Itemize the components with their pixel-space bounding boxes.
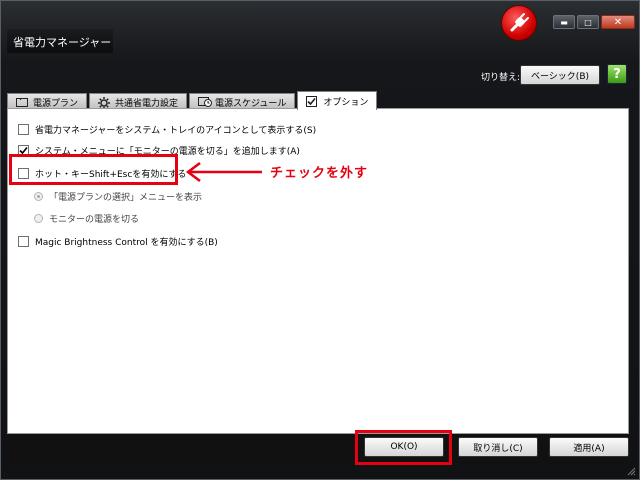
power-manager-window: ▬ □ ✕ 省電力マネージャー 切り替え: ベーシック(B) ? 電源プラン 共…	[0, 0, 640, 480]
folder-icon	[16, 97, 28, 107]
annotation-text: チェックを外す	[270, 166, 369, 181]
minimize-button[interactable]: ▬	[553, 15, 575, 29]
schedule-icon	[198, 97, 213, 107]
annotation-arrow-icon	[184, 160, 264, 187]
tab-label: 電源スケジュール	[215, 98, 287, 109]
power-plug-logo-icon	[501, 5, 537, 41]
show-plan-menu-radio[interactable]	[34, 192, 43, 201]
window-title: 省電力マネージャー	[7, 29, 113, 53]
option-magic-brightness[interactable]: Magic Brightness Control を有効にする(B)	[18, 235, 218, 248]
help-button[interactable]: ?	[607, 64, 627, 84]
tab-label: 共通省電力設定	[115, 98, 179, 109]
option-label: 「電源プランの選択」メニューを表示	[49, 193, 203, 203]
cancel-button[interactable]: 取り消し(C)	[458, 437, 538, 457]
maximize-button[interactable]: □	[577, 15, 599, 29]
basic-mode-button[interactable]: ベーシック(B)	[520, 65, 600, 85]
option-label: 省電力マネージャーをシステム・トレイのアイコンとして表示する(S)	[35, 126, 317, 136]
help-icon: ?	[613, 66, 621, 82]
resize-grip-icon[interactable]	[626, 466, 636, 476]
tray-icon-checkbox[interactable]	[18, 124, 29, 135]
radio-show-plan-menu[interactable]: 「電源プランの選択」メニューを表示	[34, 190, 202, 203]
tab-bar: 電源プラン 共通省電力設定 電源スケジュール オプション	[7, 91, 379, 110]
option-label: Magic Brightness Control を有効にする(B)	[35, 238, 218, 248]
hotkey-highlight-box	[9, 154, 178, 185]
monitor-off-radio[interactable]	[34, 214, 43, 223]
switch-label: 切り替え:	[481, 73, 521, 83]
tab-label: 電源プラン	[33, 98, 79, 109]
option-label: モニターの電源を切る	[49, 215, 140, 225]
close-button[interactable]: ✕	[601, 15, 635, 29]
magic-brightness-checkbox[interactable]	[18, 236, 29, 247]
tab-options[interactable]: オプション	[297, 91, 378, 110]
apply-button[interactable]: 適用(A)	[549, 437, 629, 457]
tab-label: オプション	[323, 97, 369, 108]
window-controls: ▬ □ ✕	[553, 15, 635, 29]
ok-highlight-box	[355, 430, 452, 465]
option-tray-icon[interactable]: 省電力マネージャーをシステム・トレイのアイコンとして表示する(S)	[18, 123, 316, 136]
radio-monitor-off[interactable]: モニターの電源を切る	[34, 212, 139, 225]
gear-icon	[98, 97, 111, 109]
checkbox-icon	[306, 96, 318, 107]
